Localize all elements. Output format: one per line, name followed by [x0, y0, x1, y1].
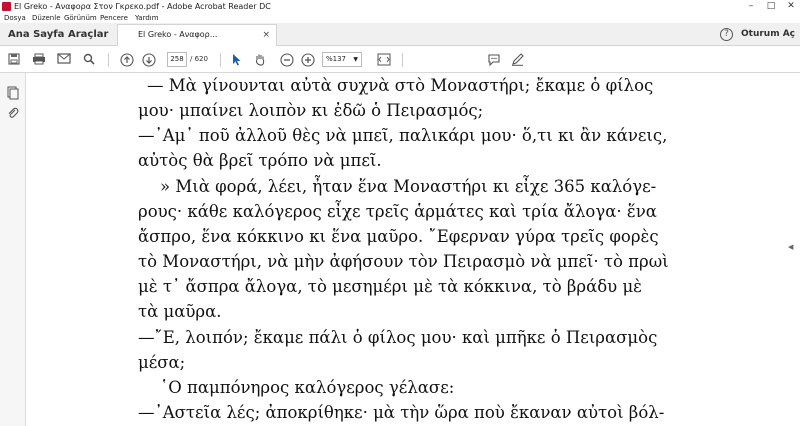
document-line: αὐτὸς θὰ βρεῖ τρόπο νὰ μπεῖ. [138, 151, 382, 170]
menu-bar: Dosya Düzenle Görünüm Pencere Yardım [0, 13, 800, 23]
title-bar: El Greko - Αναφορα Στον Γκρεκο.pdf - Ado… [0, 0, 800, 13]
cursor-icon[interactable] [229, 51, 245, 69]
zoom-select[interactable]: %137 ▼ [322, 52, 362, 67]
page-number-input[interactable]: 258 [167, 52, 187, 67]
document-line: ῾Ο παμπόνηρος καλόγερος γέλασε: [160, 378, 455, 397]
print-icon[interactable] [31, 51, 47, 69]
navigation-pane [0, 73, 26, 426]
paperclip-icon[interactable] [6, 105, 20, 119]
acrobat-logo-icon [2, 2, 11, 11]
pen-icon[interactable] [509, 51, 525, 69]
toolbar: 258 / 620 %137 ▼ [0, 47, 800, 73]
document-line: μου· μπαίνει λοιπὸν κι ἐδῶ ὁ Πειρασμός; [138, 101, 484, 120]
signin-button[interactable]: Oturum Aç [741, 23, 795, 46]
toolbar-divider [220, 53, 221, 67]
chevron-down-icon: ▼ [353, 56, 358, 63]
expand-right-pane-icon[interactable]: ◀ [788, 243, 793, 251]
document-line: τὰ μαῦρα. [138, 302, 222, 321]
help-icon[interactable]: ? [720, 28, 733, 41]
document-tab-label: El Greko - Αναφορ... [138, 30, 218, 39]
tab-tools[interactable]: Araçlar [68, 23, 108, 46]
document-line: ρους· κάθε καλόγερος εἶχε τρεῖς ἁρμάτες … [138, 202, 657, 221]
window-title: El Greko - Αναφορα Στον Γκρεκο.pdf - Ado… [14, 2, 271, 11]
tab-home[interactable]: Ana Sayfa [8, 23, 64, 46]
menu-edit[interactable]: Düzenle [32, 13, 61, 23]
fit-page-icon[interactable] [375, 51, 393, 69]
close-tab-icon[interactable]: × [262, 25, 270, 45]
document-line: μέσα; [138, 353, 186, 372]
menu-file[interactable]: Dosya [4, 13, 26, 23]
tab-document[interactable]: El Greko - Αναφορ... × [117, 24, 277, 46]
menu-window[interactable]: Pencere [100, 13, 128, 23]
search-icon[interactable] [81, 51, 97, 69]
next-page-button[interactable] [141, 51, 157, 69]
document-line: —᾿Αμ᾿ ποῦ ἀλλοῦ θὲς νὰ μπεῖ, παλικάρι μο… [138, 126, 668, 145]
document-line: μὲ τ᾿ ἄσπρα ἄλογα, τὸ μεσημέρι μὲ τὰ κόκ… [138, 277, 643, 296]
hand-icon[interactable] [252, 51, 268, 69]
document-line: —῎Ε, λοιπόν; ἔκαμε πάλι ὁ φίλος μου· καὶ… [138, 328, 658, 347]
page-total: / 620 [190, 55, 208, 63]
plus-icon[interactable] [300, 51, 316, 69]
menu-view[interactable]: Görünüm [64, 13, 97, 23]
maximize-button[interactable]: □ [761, 0, 781, 13]
close-window-button[interactable]: ✕ [781, 0, 800, 13]
tab-bar: Ana Sayfa Araçlar El Greko - Αναφορ... ×… [0, 23, 800, 46]
minimize-button[interactable]: – [741, 0, 761, 13]
save-icon[interactable] [6, 51, 22, 69]
pages-icon[interactable] [6, 85, 20, 100]
minus-icon[interactable] [279, 51, 295, 69]
comment-icon[interactable] [486, 51, 502, 69]
document-line: —᾿Αστεῖα λές; ἀποκρίθηκε· μὰ τὴν ὥρα ποὺ… [138, 403, 665, 422]
previous-page-button[interactable] [119, 51, 135, 69]
toolbar-divider [402, 53, 403, 67]
document-line: » Μιὰ φορά, λέει, ἦταν ἕνα Μοναστήρι κι … [160, 177, 657, 196]
document-line: — Μὰ γίνουνται αὐτὰ συχνὰ στὸ Μοναστήρι;… [147, 76, 654, 95]
mail-icon[interactable] [56, 51, 72, 69]
zoom-value: %137 [326, 55, 347, 63]
toolbar-divider [108, 53, 109, 67]
document-line: ἄσπρο, ἕνα κόκκινο κι ἕνα μαῦρο. ῎Εφερνα… [138, 227, 659, 246]
menu-help[interactable]: Yardım [135, 13, 159, 23]
document-page: — Μὰ γίνουνται αὐτὰ συχνὰ στὸ Μοναστήρι;… [26, 73, 800, 426]
document-line: τὸ Μοναστήρι, νὰ μὴν ἀφήσουν τὸν Πειρασμ… [138, 252, 669, 271]
